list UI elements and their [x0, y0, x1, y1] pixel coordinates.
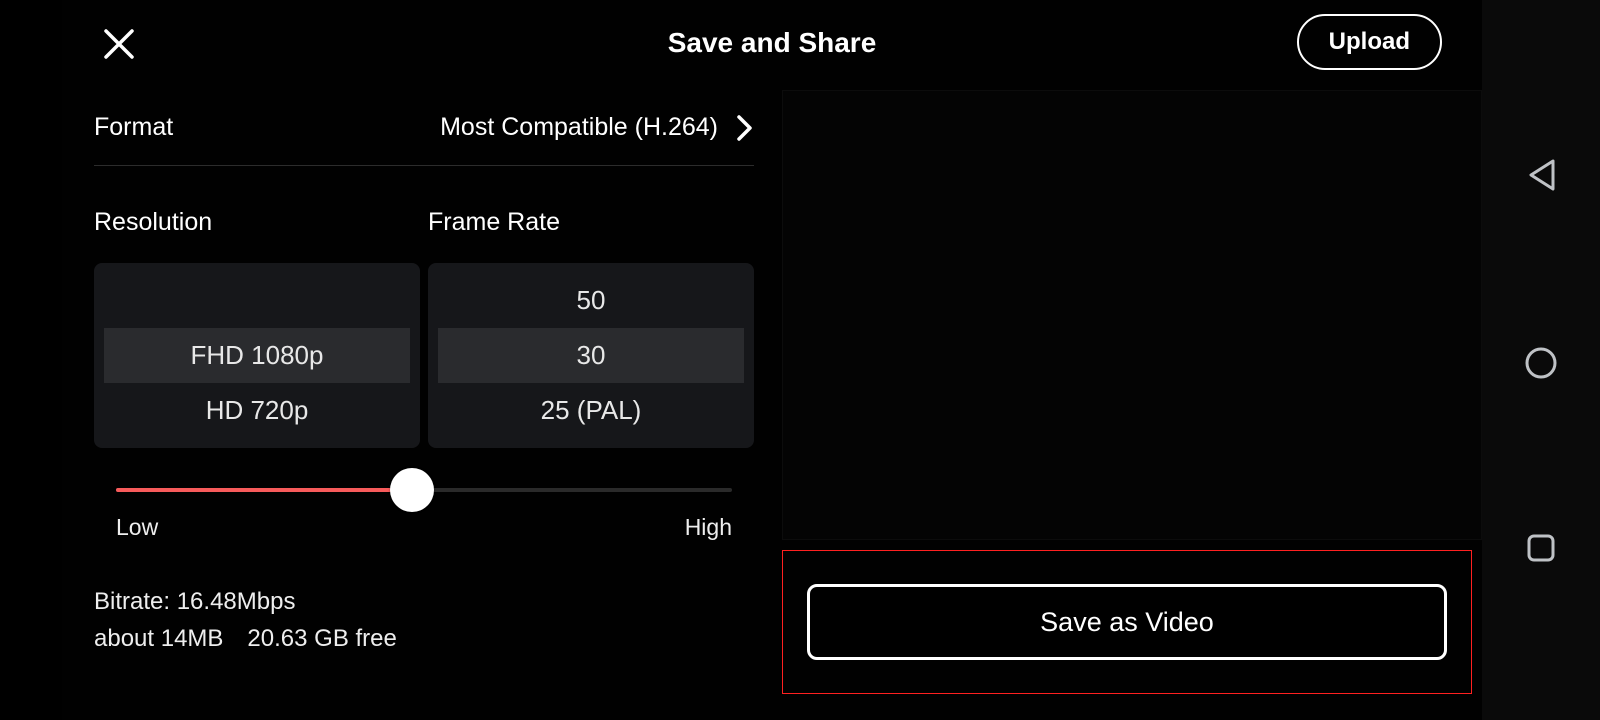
slider-track	[116, 488, 732, 492]
framerate-column: Frame Rate 50 30 25 (PAL)	[428, 208, 754, 448]
close-button[interactable]	[97, 22, 141, 66]
right-panel: Save as Video	[782, 90, 1482, 690]
format-row[interactable]: Format Most Compatible (H.264)	[94, 104, 754, 166]
slider-high-label: High	[685, 514, 732, 541]
format-value: Most Compatible (H.264)	[440, 113, 718, 142]
resolution-option-selected[interactable]: FHD 1080p	[104, 328, 410, 383]
framerate-label: Frame Rate	[428, 208, 754, 237]
export-info: Bitrate: 16.48Mbps about 14MB 20.63 GB fr…	[94, 583, 754, 657]
resolution-option[interactable]	[104, 273, 410, 328]
upload-button[interactable]: Upload	[1297, 14, 1442, 70]
resolution-option[interactable]: HD 720p	[104, 383, 410, 438]
slider-fill	[116, 488, 412, 492]
circle-icon	[1524, 346, 1558, 380]
framerate-option-selected[interactable]: 30	[438, 328, 744, 383]
save-as-video-button[interactable]: Save as Video	[807, 584, 1447, 660]
chevron-right-icon	[736, 114, 754, 142]
nav-home-button[interactable]	[1524, 346, 1558, 380]
resolution-label: Resolution	[94, 208, 420, 237]
bitrate-slider[interactable]: Low High	[94, 488, 754, 541]
framerate-picker[interactable]: 50 30 25 (PAL)	[428, 263, 754, 448]
slider-low-label: Low	[116, 514, 158, 541]
resolution-picker[interactable]: FHD 1080p HD 720p	[94, 263, 420, 448]
header: Save and Share Upload	[62, 0, 1482, 86]
close-icon	[102, 27, 136, 61]
nav-back-button[interactable]	[1525, 157, 1557, 193]
left-gutter	[0, 0, 62, 720]
app-content: Save and Share Upload Format Most Compat…	[62, 0, 1482, 720]
bitrate-text: Bitrate: 16.48Mbps	[94, 583, 754, 620]
nav-recent-button[interactable]	[1526, 533, 1556, 563]
size-text: about 14MB	[94, 625, 223, 652]
back-icon	[1525, 157, 1557, 193]
square-icon	[1526, 533, 1556, 563]
format-label: Format	[94, 113, 173, 142]
free-space-text: 20.63 GB free	[247, 625, 396, 652]
slider-thumb[interactable]	[390, 468, 434, 512]
settings-panel: Format Most Compatible (H.264) Resolutio…	[94, 104, 754, 657]
system-nav-bar	[1482, 0, 1600, 720]
video-preview	[782, 90, 1482, 540]
page-title: Save and Share	[62, 27, 1482, 59]
framerate-option[interactable]: 25 (PAL)	[438, 383, 744, 438]
framerate-option[interactable]: 50	[438, 273, 744, 328]
resolution-column: Resolution FHD 1080p HD 720p	[94, 208, 420, 448]
save-highlight-box: Save as Video	[782, 550, 1472, 694]
